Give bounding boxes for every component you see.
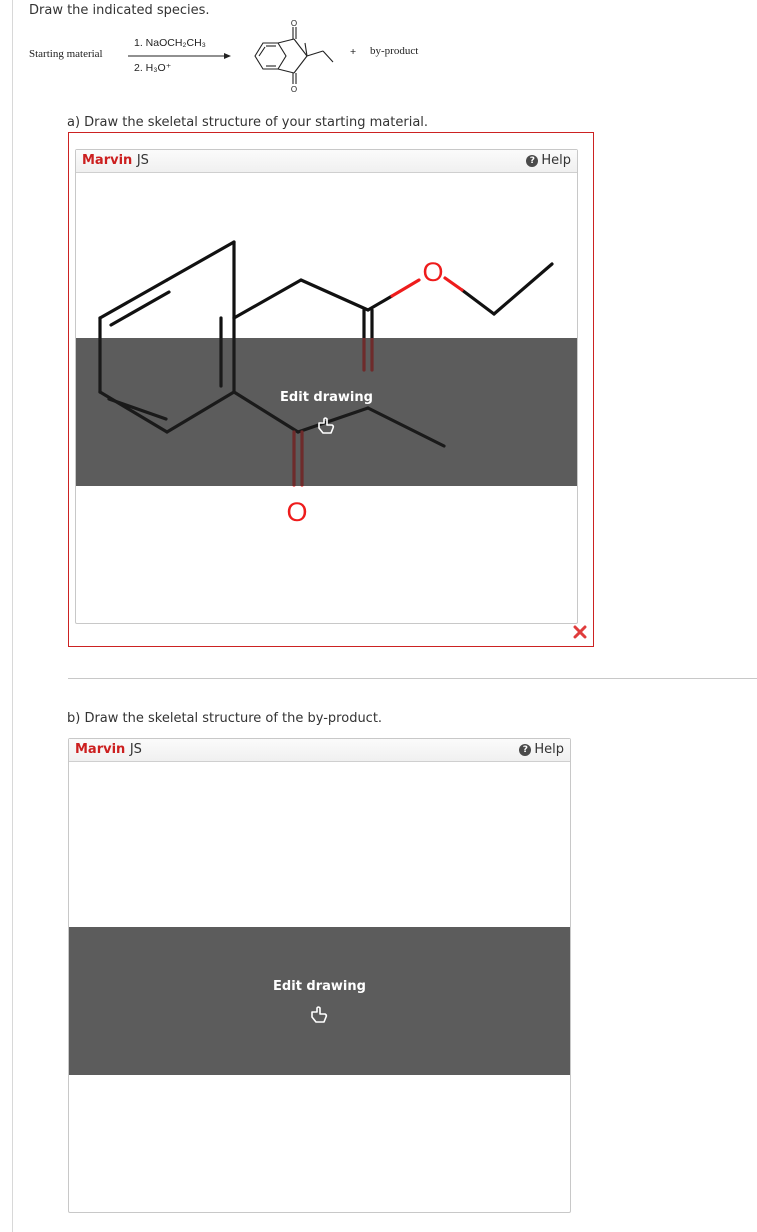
bond bbox=[492, 262, 554, 316]
question-a: a) Draw the skeletal structure of your s… bbox=[67, 115, 429, 130]
section-divider bbox=[68, 678, 757, 679]
pointing-hand-icon bbox=[311, 1006, 328, 1023]
editor-b-brand: Marvin JS bbox=[75, 742, 142, 757]
bond bbox=[299, 278, 370, 312]
editor-b-help-button[interactable]: ? Help bbox=[519, 742, 564, 757]
product-oxygen-top: O bbox=[291, 19, 297, 28]
bond bbox=[232, 278, 303, 320]
bond bbox=[366, 406, 446, 448]
editor-a-drawing-under-overlay bbox=[98, 338, 446, 486]
bond bbox=[460, 288, 496, 316]
reaction-arrow bbox=[128, 53, 231, 59]
editor-b-brand-suffix: JS bbox=[129, 742, 142, 757]
page-prompt: Draw the indicated species. bbox=[29, 3, 210, 18]
atom-oxygen-ester: O bbox=[422, 257, 443, 287]
left-rule bbox=[12, 0, 13, 1232]
atom-oxygen-ketone: O bbox=[286, 497, 307, 527]
question-b: b) Draw the skeletal structure of the by… bbox=[67, 711, 383, 726]
pointing-hand-icon bbox=[318, 417, 335, 434]
marvin-editor-a[interactable]: Marvin JS ? Help O O Edit drawing bbox=[75, 149, 578, 624]
reaction-arrow-and-product: O O bbox=[128, 19, 334, 94]
marvin-editor-b[interactable]: Marvin JS ? Help Edit drawing bbox=[68, 738, 571, 1213]
question-circle-icon: ? bbox=[519, 743, 532, 756]
reaction-scheme: Starting material 1. NaOCH₂CH₃ 2. H₃O⁺ O… bbox=[0, 18, 460, 98]
editor-b-header: Marvin JS ? Help bbox=[69, 739, 570, 762]
bond bbox=[165, 240, 236, 282]
bond bbox=[366, 294, 394, 312]
plus-sign: + bbox=[350, 46, 357, 58]
editor-b-help-label: Help bbox=[534, 742, 564, 757]
edit-drawing-overlay-b[interactable]: Edit drawing bbox=[69, 927, 570, 1075]
bond-oxygen bbox=[443, 276, 464, 292]
red-x-icon bbox=[573, 625, 587, 639]
product-structure bbox=[254, 27, 334, 84]
product-oxygen-bottom: O bbox=[291, 85, 297, 94]
byproduct-label: by-product bbox=[370, 45, 419, 57]
bond-oxygen bbox=[390, 278, 421, 298]
edit-drawing-label-b: Edit drawing bbox=[273, 979, 366, 994]
edit-drawing-label-a: Edit drawing bbox=[280, 390, 373, 405]
editor-b-brand-name: Marvin bbox=[75, 742, 126, 757]
edit-drawing-overlay-a[interactable]: Edit drawing bbox=[76, 338, 577, 486]
